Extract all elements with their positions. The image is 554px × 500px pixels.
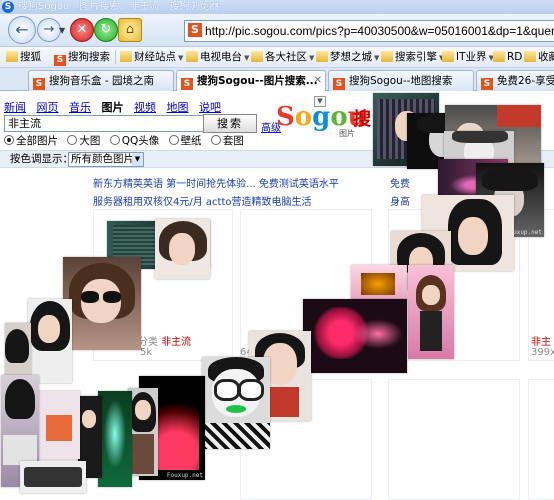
refresh-button[interactable]: ↻ bbox=[94, 18, 118, 42]
image-type-filters: 全部图片 大图 QQ头像 壁纸 套图 bbox=[4, 133, 250, 148]
result-caption[interactable]: 分类 非主流 bbox=[138, 333, 191, 348]
photo-thumbnail[interactable] bbox=[20, 461, 86, 493]
bookmark-favorites[interactable]: 收藏 bbox=[524, 47, 554, 67]
color-filter-label: 按色调显示： bbox=[10, 153, 73, 165]
forward-button[interactable]: → bbox=[37, 18, 61, 42]
nav-map[interactable]: 地图 bbox=[167, 101, 189, 114]
bookmark-tv[interactable]: 电视电台 ▼ bbox=[186, 47, 249, 67]
photo-thumbnail[interactable] bbox=[98, 391, 132, 487]
filter-qq-avatar[interactable]: QQ头像 bbox=[109, 133, 159, 148]
filter-wallpaper[interactable]: 壁纸 bbox=[168, 133, 202, 148]
sogou-logo-subtitle: 图片 bbox=[339, 129, 355, 138]
window-title: 搜狗Sogou - 图片搜索：非主流 - 搜狗浏览器 bbox=[18, 1, 220, 12]
ad-line-1-right[interactable]: 免费 bbox=[390, 175, 410, 190]
result-tile[interactable] bbox=[388, 379, 520, 500]
result-size: 399x2 bbox=[531, 347, 554, 358]
title-bar: S 搜狗Sogou - 图片搜索：非主流 - 搜狗浏览器 bbox=[0, 0, 554, 14]
sogou-icon: S bbox=[54, 55, 66, 66]
url-text: http://pic.sogou.com/pics?p=40030500&w=0… bbox=[205, 24, 554, 38]
sogou-icon: S bbox=[481, 78, 493, 90]
filter-large[interactable]: 大图 bbox=[67, 133, 100, 148]
folder-icon bbox=[120, 51, 132, 62]
bookmarks-bar: 搜狐 S搜狗搜索 财经站点▼ 电视电台▼ 各大社区▼ 梦想之城▼ 搜索引擎▼ I… bbox=[0, 47, 554, 68]
nav-news[interactable]: 新闻 bbox=[4, 101, 26, 114]
back-button[interactable]: ← bbox=[8, 16, 36, 44]
photo-thumbnail[interactable] bbox=[63, 257, 141, 350]
stop-button[interactable]: ✕ bbox=[70, 18, 94, 42]
sogou-browser-icon: S bbox=[2, 1, 14, 13]
tab-free[interactable]: S免费26-享受免费... bbox=[476, 70, 554, 91]
tab-map-search[interactable]: S 搜狗Sogou--地图搜索 bbox=[328, 70, 474, 91]
tab-image-search[interactable]: S 搜狗Sogou--图片搜索... ✕ bbox=[176, 70, 326, 92]
bookmark-it[interactable]: IT业界 ▼ bbox=[442, 47, 494, 67]
photo-thumbnail[interactable] bbox=[351, 265, 407, 301]
photo-thumbnail[interactable] bbox=[155, 219, 210, 279]
ad-line-2[interactable]: 服务器租用双核仅4元/月 actto营造精致电脑生活 bbox=[93, 193, 312, 208]
result-size: 5k bbox=[140, 347, 153, 358]
nav-images[interactable]: 图片 bbox=[102, 101, 124, 114]
tab-bar: S 搜狗音乐盒 - 园境之南 S 搜狗Sogou--图片搜索... ✕ S 搜狗Sogo… bbox=[0, 68, 554, 92]
chevron-down-icon: ▼ bbox=[178, 54, 184, 62]
page-content: 新闻 网页 音乐 图片 视频 地图 说吧 非主流 搜索 高级 ▼ Sogou 搜… bbox=[0, 91, 554, 500]
folder-icon bbox=[6, 51, 18, 62]
sogou-logo-sou: 搜 bbox=[353, 109, 371, 130]
tab-music-box[interactable]: S 搜狗音乐盒 - 园境之南 bbox=[28, 70, 174, 91]
sogou-site-icon: S bbox=[188, 23, 202, 37]
folder-icon bbox=[186, 51, 198, 62]
bookmark-sogou-search[interactable]: S 搜狗搜索 bbox=[54, 47, 110, 67]
search-button[interactable]: 搜索 bbox=[203, 114, 257, 133]
nav-shuoba[interactable]: 说吧 bbox=[199, 101, 221, 114]
result-tile[interactable] bbox=[528, 379, 554, 500]
folder-icon bbox=[524, 51, 536, 62]
photo-thumbnail[interactable] bbox=[408, 265, 454, 359]
photo-thumbnail[interactable] bbox=[303, 299, 407, 373]
nav-music[interactable]: 音乐 bbox=[69, 101, 91, 114]
photo-thumbnail[interactable] bbox=[38, 391, 80, 459]
photo-thumbnail[interactable] bbox=[202, 357, 270, 449]
bookmark-finance[interactable]: 财经站点 ▼ bbox=[120, 47, 183, 67]
address-bar[interactable]: S http://pic.sogou.com/pics?p=40030500&w… bbox=[184, 20, 554, 42]
sogou-icon: S bbox=[333, 78, 345, 90]
bookmark-sohu[interactable]: 搜狐 bbox=[6, 47, 41, 67]
folder-icon bbox=[316, 51, 328, 62]
nav-video[interactable]: 视频 bbox=[134, 101, 156, 114]
ad-line-1[interactable]: 新东方精英英语 第一时间抢先体验... 免费测试英语水平 bbox=[93, 175, 339, 190]
folder-icon bbox=[251, 51, 263, 62]
chevron-down-icon: ▼ bbox=[132, 153, 143, 166]
chevron-down-icon: ▼ bbox=[374, 54, 380, 62]
folder-icon bbox=[381, 51, 393, 62]
filter-all-images[interactable]: 全部图片 bbox=[4, 133, 58, 148]
sogou-icon: S bbox=[181, 78, 193, 90]
nav-web[interactable]: 网页 bbox=[37, 101, 59, 114]
bookmark-community[interactable]: 各大社区 ▼ bbox=[251, 47, 314, 67]
sogou-icon: S bbox=[33, 78, 45, 90]
photo-thumbnail[interactable] bbox=[5, 323, 31, 381]
chevron-down-icon: ▼ bbox=[309, 54, 315, 62]
folder-icon bbox=[442, 51, 454, 62]
color-select[interactable]: 所有颜色图片 ▼ bbox=[68, 152, 144, 167]
home-button[interactable]: ⌂ bbox=[118, 18, 142, 42]
result-caption[interactable]: 非主 bbox=[531, 333, 551, 348]
folder-icon bbox=[493, 51, 505, 62]
photo-thumbnail[interactable] bbox=[128, 388, 158, 476]
search-input[interactable]: 非主流 bbox=[4, 115, 204, 132]
chevron-down-icon: ▼ bbox=[244, 54, 250, 62]
close-icon[interactable]: ✕ bbox=[314, 71, 322, 91]
bookmark-dream-city[interactable]: 梦想之城 ▼ bbox=[316, 47, 379, 67]
navigation-toolbar: ← → ▼ ✕ ↻ ⌂ S http://pic.sogou.com/pics?… bbox=[0, 14, 554, 47]
ad-line-2-right[interactable]: 身高 bbox=[390, 193, 410, 208]
filter-sets[interactable]: 套图 bbox=[210, 133, 244, 148]
vertical-nav: 新闻 网页 音乐 图片 视频 地图 说吧 bbox=[4, 99, 228, 115]
history-dropdown-icon[interactable]: ▼ bbox=[59, 26, 65, 35]
bookmark-search-engines[interactable]: 搜索引擎▼ bbox=[381, 47, 444, 67]
photo-thumbnail[interactable] bbox=[28, 299, 72, 383]
